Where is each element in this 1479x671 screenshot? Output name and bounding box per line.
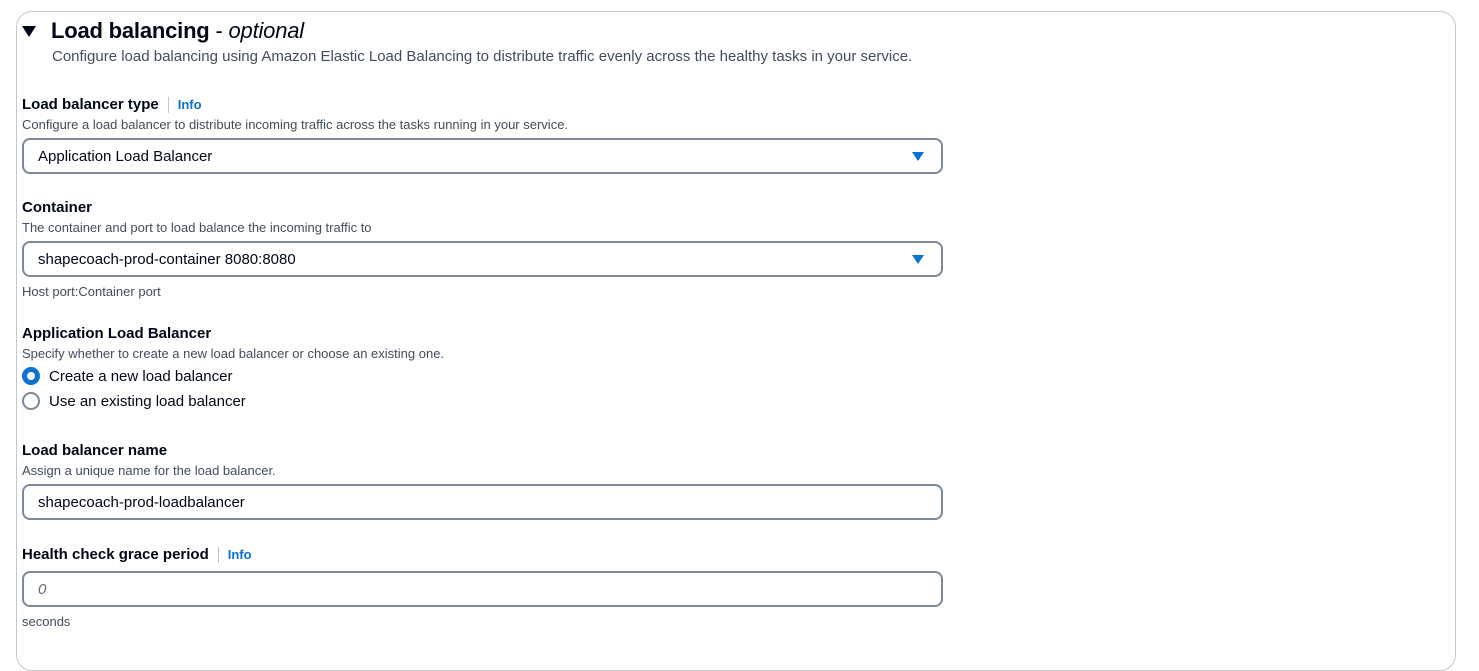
health-check-field: Health check grace period Info 0 seconds [22, 546, 943, 629]
lb-name-value: shapecoach-prod-loadbalancer [38, 493, 245, 511]
health-check-placeholder: 0 [38, 580, 47, 598]
health-check-unit: seconds [22, 614, 71, 629]
lb-name-description: Assign a unique name for the load balanc… [22, 463, 276, 478]
caret-down-icon [912, 255, 924, 264]
radio-create-new[interactable]: Create a new load balancer [22, 367, 444, 385]
lb-type-select[interactable]: Application Load Balancer [22, 138, 943, 174]
container-field: Container The container and port to load… [22, 199, 943, 299]
health-check-label: Health check grace period [22, 546, 209, 563]
container-constraint: Host port:Container port [22, 284, 161, 299]
label-divider [167, 96, 169, 113]
radio-button-checked[interactable] [22, 367, 40, 385]
lb-type-field: Load balancer type Info Configure a load… [22, 96, 943, 174]
alb-field: Application Load Balancer Specify whethe… [22, 325, 444, 410]
label-divider [217, 546, 219, 563]
radio-use-existing[interactable]: Use an existing load balancer [22, 392, 444, 410]
caret-down-icon [912, 152, 924, 161]
alb-label: Application Load Balancer [22, 325, 212, 342]
lb-name-field: Load balancer name Assign a unique name … [22, 442, 943, 520]
container-label: Container [22, 199, 93, 216]
lb-name-input[interactable]: shapecoach-prod-loadbalancer [22, 484, 943, 520]
lb-type-label: Load balancer type [22, 96, 159, 113]
caret-down-icon[interactable] [22, 25, 36, 37]
radio-label: Create a new load balancer [49, 367, 233, 385]
lb-type-selected-value: Application Load Balancer [38, 147, 213, 165]
container-description: The container and port to load balance t… [22, 220, 372, 235]
container-select[interactable]: shapecoach-prod-container 8080:8080 [22, 241, 943, 277]
lb-type-info-link[interactable]: Info [178, 97, 202, 112]
lb-type-description: Configure a load balancer to distribute … [22, 117, 569, 132]
section-header[interactable]: Load balancing - optional [22, 18, 304, 44]
section-title-text: Load balancing [51, 18, 210, 43]
radio-label: Use an existing load balancer [49, 392, 246, 410]
alb-description: Specify whether to create a new load bal… [22, 346, 445, 361]
radio-button[interactable] [22, 392, 40, 410]
optional-label: optional [228, 18, 305, 43]
section-description: Configure load balancing using Amazon El… [52, 48, 913, 65]
health-check-input[interactable]: 0 [22, 571, 943, 607]
lb-name-label: Load balancer name [22, 442, 168, 459]
section-title: Load balancing - optional [51, 18, 304, 44]
health-check-info-link[interactable]: Info [228, 547, 252, 562]
section-title-separator: - [209, 18, 229, 43]
container-selected-value: shapecoach-prod-container 8080:8080 [38, 250, 296, 268]
